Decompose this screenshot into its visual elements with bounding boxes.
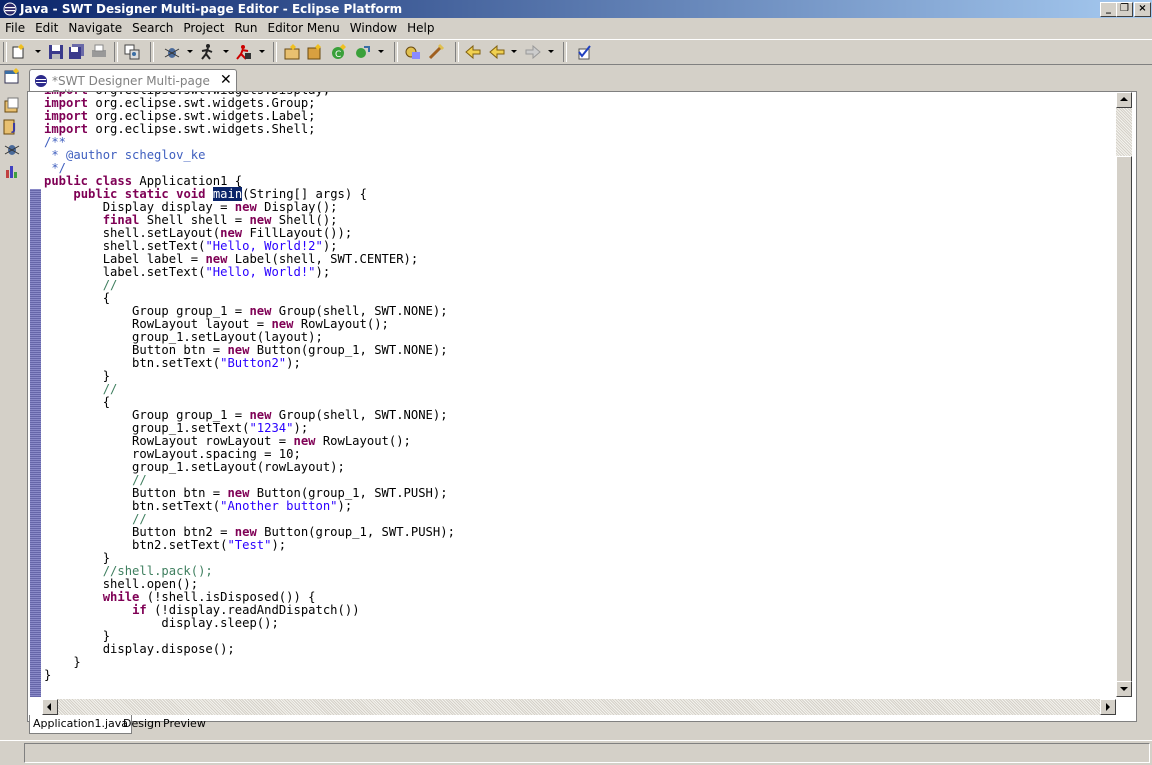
task-icon[interactable] [575,43,593,61]
overview-ruler [28,92,42,697]
open-perspective-icon[interactable] [3,68,21,86]
main-toolbar: C [0,39,1152,65]
new-dropdown-icon[interactable] [35,50,41,53]
perspective-shortcut-bar: J [0,64,24,739]
back-dropdown-icon[interactable] [511,50,517,53]
menu-window[interactable]: Window [345,19,402,38]
new-wizard-icon[interactable] [10,43,28,61]
minimize-button[interactable]: _ [1100,2,1117,17]
new-class-icon[interactable]: C [330,43,348,61]
menu-editor-menu[interactable]: Editor Menu [262,19,344,38]
close-window-button[interactable]: × [1134,2,1151,17]
resource-perspective-icon[interactable] [3,96,21,114]
run-icon[interactable] [198,43,216,61]
java-perspective-icon[interactable]: J [3,118,21,136]
run-dropdown-icon[interactable] [223,50,229,53]
hierarchy-dropdown-icon[interactable] [378,50,384,53]
profile-perspective-icon[interactable] [3,162,21,180]
arrow-right-icon [1106,703,1110,711]
status-field [24,743,1150,763]
search-icon[interactable] [404,43,422,61]
debug-icon[interactable] [163,43,181,61]
scroll-down-button[interactable] [1116,681,1132,697]
scroll-left-button[interactable] [42,699,58,715]
editor-page-tabs: Application1.java Design Preview [27,715,1135,735]
menu-bar: File Edit Navigate Search Project Run Ed… [0,19,1152,38]
editor-area: *SWT Designer Multi-page Editor ✕ import… [27,66,1139,738]
change-ruler-bar [30,189,41,697]
eclipse-logo-icon [3,2,17,16]
arrow-down-icon [1120,687,1128,691]
horizontal-scrollbar[interactable] [42,699,1116,715]
tab-source[interactable]: Application1.java [29,715,133,734]
external-tools-icon[interactable] [234,43,252,61]
forward-icon[interactable] [524,43,542,61]
swt-designer-icon [35,75,47,87]
last-edit-location-icon[interactable] [464,43,482,61]
new-java-project-icon[interactable] [283,43,301,61]
toolbar-separator [273,42,277,62]
svg-text:C: C [335,50,341,60]
menu-project[interactable]: Project [178,19,229,38]
new-package-icon[interactable] [306,43,324,61]
window-title: Java - SWT Designer Multi-page Editor - … [20,2,403,16]
svg-text:J: J [11,121,16,134]
tab-preview[interactable]: Preview [160,715,209,733]
toolbar-separator [114,42,118,62]
scroll-up-button[interactable] [1116,92,1132,108]
toolbar-separator [455,42,459,62]
menu-search[interactable]: Search [127,19,178,38]
code-editor[interactable]: import org.eclipse.swt.widgets.Display; … [27,91,1137,722]
menu-help[interactable]: Help [402,19,439,38]
tab-design[interactable]: Design [120,715,164,733]
menu-file[interactable]: File [0,19,30,38]
editor-tab[interactable]: *SWT Designer Multi-page Editor ✕ [29,69,237,102]
forward-dropdown-icon[interactable] [548,50,554,53]
debug-perspective-icon[interactable] [3,140,21,158]
restore-button[interactable]: ❐ [1116,2,1133,17]
status-bar [0,740,1152,765]
code-text[interactable]: import org.eclipse.swt.widgets.Display; … [44,92,455,682]
save-icon[interactable] [47,43,65,61]
edit-icon[interactable] [427,43,445,61]
back-icon[interactable] [488,43,506,61]
toolbar-separator [563,42,567,62]
external-tools-dropdown-icon[interactable] [259,50,265,53]
open-type-hierarchy-icon[interactable] [353,43,371,61]
print-icon[interactable] [90,43,108,61]
toolbar-separator [150,42,154,62]
menu-edit[interactable]: Edit [30,19,63,38]
arrow-left-icon [47,703,51,711]
editor-tab-close-icon[interactable]: ✕ [220,72,232,88]
open-type-icon[interactable] [123,43,141,61]
menu-navigate[interactable]: Navigate [63,19,127,38]
save-all-icon[interactable] [68,43,86,61]
debug-dropdown-icon[interactable] [187,50,193,53]
window-title-bar: Java - SWT Designer Multi-page Editor - … [0,0,1152,18]
vertical-scroll-thumb[interactable] [1116,156,1132,682]
toolbar-separator [394,42,398,62]
scroll-right-button[interactable] [1100,699,1116,715]
toolbar-separator [3,42,7,62]
arrow-up-icon [1120,97,1128,101]
menu-run[interactable]: Run [229,19,262,38]
vertical-scrollbar[interactable] [1116,92,1132,697]
